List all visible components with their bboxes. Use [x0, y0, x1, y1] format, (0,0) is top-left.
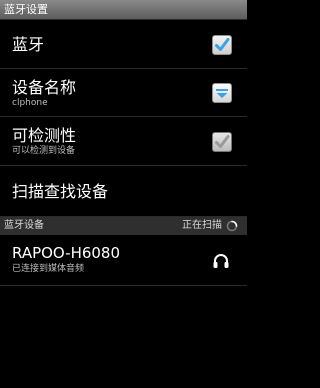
checkmark-icon	[215, 38, 230, 51]
discoverable-checkbox[interactable]	[212, 132, 232, 152]
device-name-row[interactable]: 设备名称 clphone	[0, 69, 247, 117]
discoverable-summary: 可以检测到设备	[12, 146, 76, 156]
device-name: RAPOO-H6080	[12, 244, 121, 262]
spinner-icon	[226, 220, 238, 232]
scan-devices-label: 扫描查找设备	[12, 182, 109, 201]
bluetooth-label: 蓝牙	[12, 35, 45, 54]
scan-devices-row[interactable]: 扫描查找设备	[0, 166, 247, 217]
device-list-item[interactable]: RAPOO-H6080 已连接到媒体音频	[0, 236, 247, 286]
checkmark-icon	[215, 135, 230, 148]
device-name-edit-button[interactable]	[212, 83, 232, 103]
devices-section-label: 蓝牙设备	[4, 220, 44, 231]
discoverable-row[interactable]: 可检测性 可以检测到设备	[0, 117, 247, 166]
headset-icon	[213, 254, 229, 268]
dropdown-arrow-icon	[216, 89, 228, 98]
device-name-value: clphone	[12, 98, 48, 108]
device-connection-status: 已连接到媒体音频	[12, 264, 85, 274]
title-bar: 蓝牙设置	[0, 0, 247, 20]
device-name-label: 设备名称	[12, 78, 77, 97]
bluetooth-toggle-row[interactable]: 蓝牙	[0, 21, 247, 69]
bluetooth-checkbox[interactable]	[212, 35, 232, 55]
devices-section-header: 蓝牙设备 正在扫描	[0, 217, 247, 235]
discoverable-label: 可检测性	[12, 126, 77, 145]
scanning-status: 正在扫描	[182, 220, 222, 231]
window-title: 蓝牙设置	[4, 3, 48, 16]
